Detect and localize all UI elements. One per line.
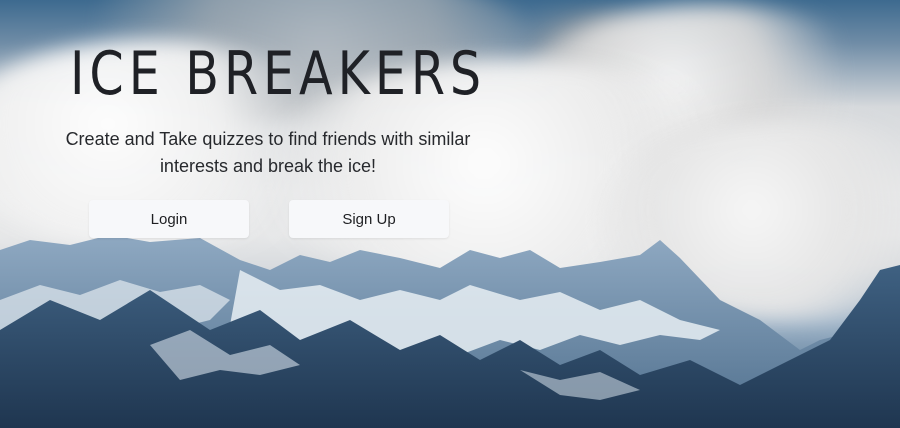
tagline: Create and Take quizzes to find friends …: [65, 129, 471, 176]
sign-up-button[interactable]: Sign Up: [289, 200, 449, 238]
login-button[interactable]: Login: [89, 200, 249, 238]
site-title: ICE BREAKERS: [70, 39, 487, 109]
